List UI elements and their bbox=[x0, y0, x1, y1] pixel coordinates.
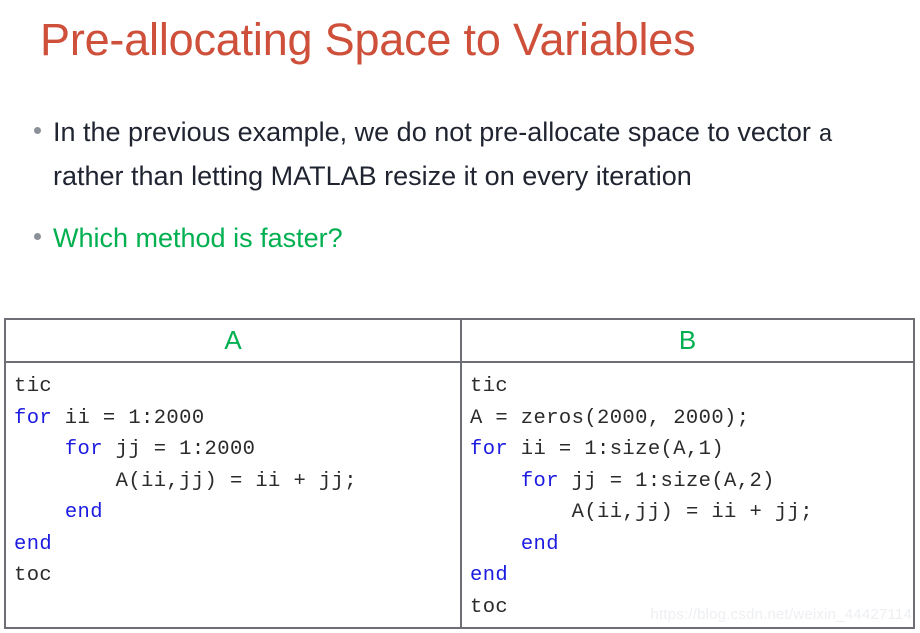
bullet-text-1-after: rather than letting MATLAB resize it on … bbox=[53, 161, 692, 191]
inline-code-variable: a bbox=[818, 122, 833, 149]
page-title: Pre-allocating Space to Variables bbox=[40, 14, 696, 65]
bullet-text-1-before: In the previous example, we do not pre-a… bbox=[53, 117, 819, 147]
bullet-list: In the previous example, we do not pre-a… bbox=[34, 112, 894, 258]
code-block-b: tic A = zeros(2000, 2000); for ii = 1:si… bbox=[470, 375, 813, 619]
list-item: In the previous example, we do not pre-a… bbox=[34, 112, 894, 196]
bullet-text-1: In the previous example, we do not pre-a… bbox=[53, 112, 894, 196]
table-header-cell-a: A bbox=[224, 325, 242, 355]
code-block-a: tic for ii = 1:2000 for jj = 1:2000 A(ii… bbox=[14, 375, 357, 587]
table-header-row: A B bbox=[6, 320, 913, 363]
table-row: tic for ii = 1:2000 for jj = 1:2000 A(ii… bbox=[6, 363, 913, 627]
bullet-dot-icon bbox=[34, 233, 41, 240]
code-cell-b: tic A = zeros(2000, 2000); for ii = 1:si… bbox=[460, 363, 913, 627]
bullet-text-2: Which method is faster? bbox=[53, 223, 343, 253]
comparison-table: A B tic for ii = 1:2000 for jj = 1:2000 … bbox=[4, 318, 915, 629]
code-cell-a: tic for ii = 1:2000 for jj = 1:2000 A(ii… bbox=[6, 363, 460, 627]
list-item: Which method is faster? bbox=[34, 218, 894, 258]
table-header-cell-b: B bbox=[460, 320, 913, 361]
bullet-dot-icon bbox=[34, 127, 41, 134]
